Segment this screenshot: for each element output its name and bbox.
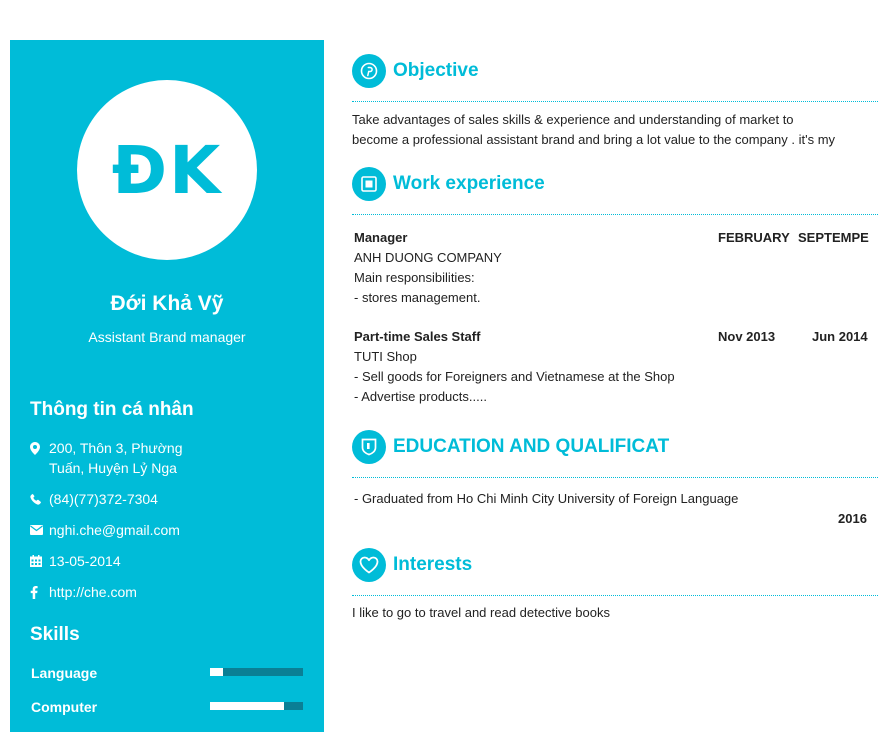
objective-heading: Objective <box>352 54 479 88</box>
objective-text: Take advantages of sales skills & experi… <box>352 110 878 150</box>
work-heading: Work experience <box>352 167 545 201</box>
objective-line2: become a professional assistant brand an… <box>352 132 836 147</box>
address-row: 200, Thôn 3, Phường Tuấn, Huyện Lỷ Nga <box>30 438 219 478</box>
birthday-text: 13-05-2014 <box>49 553 121 569</box>
job-end-date: SEPTEMPE <box>798 230 869 245</box>
job-detail: - Sell goods for Foreigners and Vietname… <box>354 369 675 384</box>
address-line1: 200, Thôn 3, Phường <box>49 440 183 456</box>
job-start-date: Nov 2013 <box>718 329 776 344</box>
job-title: Part-time Sales Staff <box>354 329 481 344</box>
facebook-icon <box>30 582 48 602</box>
cv-page: ĐK Đới Khả Vỹ Assistant Brand manager Th… <box>0 0 894 750</box>
interests-title: Interests <box>393 554 473 575</box>
address-text: 200, Thôn 3, Phường Tuấn, Huyện Lỷ Nga <box>49 438 219 478</box>
job-company: ANH DUONG COMPANY <box>354 250 502 265</box>
job-end-date: Jun 2014 <box>812 329 868 344</box>
profile-name: Đới Khả Vỹ <box>110 292 224 315</box>
education-divider <box>352 477 878 478</box>
skill-label: Language <box>31 665 98 681</box>
email-row: nghi.che@gmail.com <box>30 520 219 540</box>
interests-divider <box>352 595 878 596</box>
avatar: ĐK <box>77 80 257 260</box>
phone-icon <box>30 489 48 509</box>
work-title: Work experience <box>393 173 545 194</box>
skill-bar-track <box>210 668 303 676</box>
shield-icon <box>352 430 386 464</box>
email-text[interactable]: nghi.che@gmail.com <box>49 520 219 540</box>
calendar-icon <box>30 551 48 571</box>
skills-heading: Skills <box>30 624 80 645</box>
heart-icon <box>352 548 386 582</box>
avatar-initials: ĐK <box>111 131 223 209</box>
skill-computer: Computer <box>31 697 305 717</box>
website-row: http://che.com <box>30 582 219 602</box>
pinterest-icon <box>352 54 386 88</box>
objective-divider <box>352 101 878 102</box>
skill-bar-track <box>210 702 303 710</box>
address-line2: Tuấn, Huyện Lỷ Nga <box>49 460 177 476</box>
job-detail: - stores management. <box>354 290 481 305</box>
job-detail: Main responsibilities: <box>354 270 475 285</box>
job-detail: - Advertise products..... <box>354 389 487 404</box>
phone-row: (84)(77)372-7304 <box>30 489 219 509</box>
skill-label: Computer <box>31 699 98 715</box>
website-text[interactable]: http://che.com <box>49 582 219 602</box>
education-year: 2016 <box>838 511 867 526</box>
skill-bar-fill <box>210 668 224 676</box>
envelope-icon <box>30 520 48 540</box>
briefcase-icon <box>352 167 386 201</box>
map-pin-icon <box>30 438 48 458</box>
work-divider <box>352 214 878 215</box>
education-title: EDUCATION AND QUALIFICAT <box>393 436 670 457</box>
profile-title: Assistant Brand manager <box>88 329 246 345</box>
skill-bar-fill <box>210 702 285 710</box>
objective-title: Objective <box>393 60 479 81</box>
job-entry: Part-time Sales Staff Nov 2013 Jun 2014 … <box>354 327 878 407</box>
sidebar: ĐK Đới Khả Vỹ Assistant Brand manager Th… <box>10 40 324 732</box>
job-entry: Manager FEBRUARY SEPTEMPE ANH DUONG COMP… <box>354 228 878 308</box>
education-heading: EDUCATION AND QUALIFICAT <box>352 430 680 464</box>
interests-text: I like to go to travel and read detectiv… <box>352 605 610 620</box>
personal-info-heading: Thông tin cá nhân <box>30 399 194 420</box>
skill-language: Language <box>31 663 305 683</box>
interests-heading: Interests <box>352 548 472 582</box>
job-company: TUTI Shop <box>354 349 417 364</box>
education-text: - Graduated from Ho Chi Minh City Univer… <box>354 491 739 506</box>
job-start-date: FEBRUARY <box>718 230 790 245</box>
birthday-row: 13-05-2014 <box>30 551 219 571</box>
phone-text: (84)(77)372-7304 <box>49 491 158 507</box>
objective-line1: Take advantages of sales skills & experi… <box>352 112 794 127</box>
